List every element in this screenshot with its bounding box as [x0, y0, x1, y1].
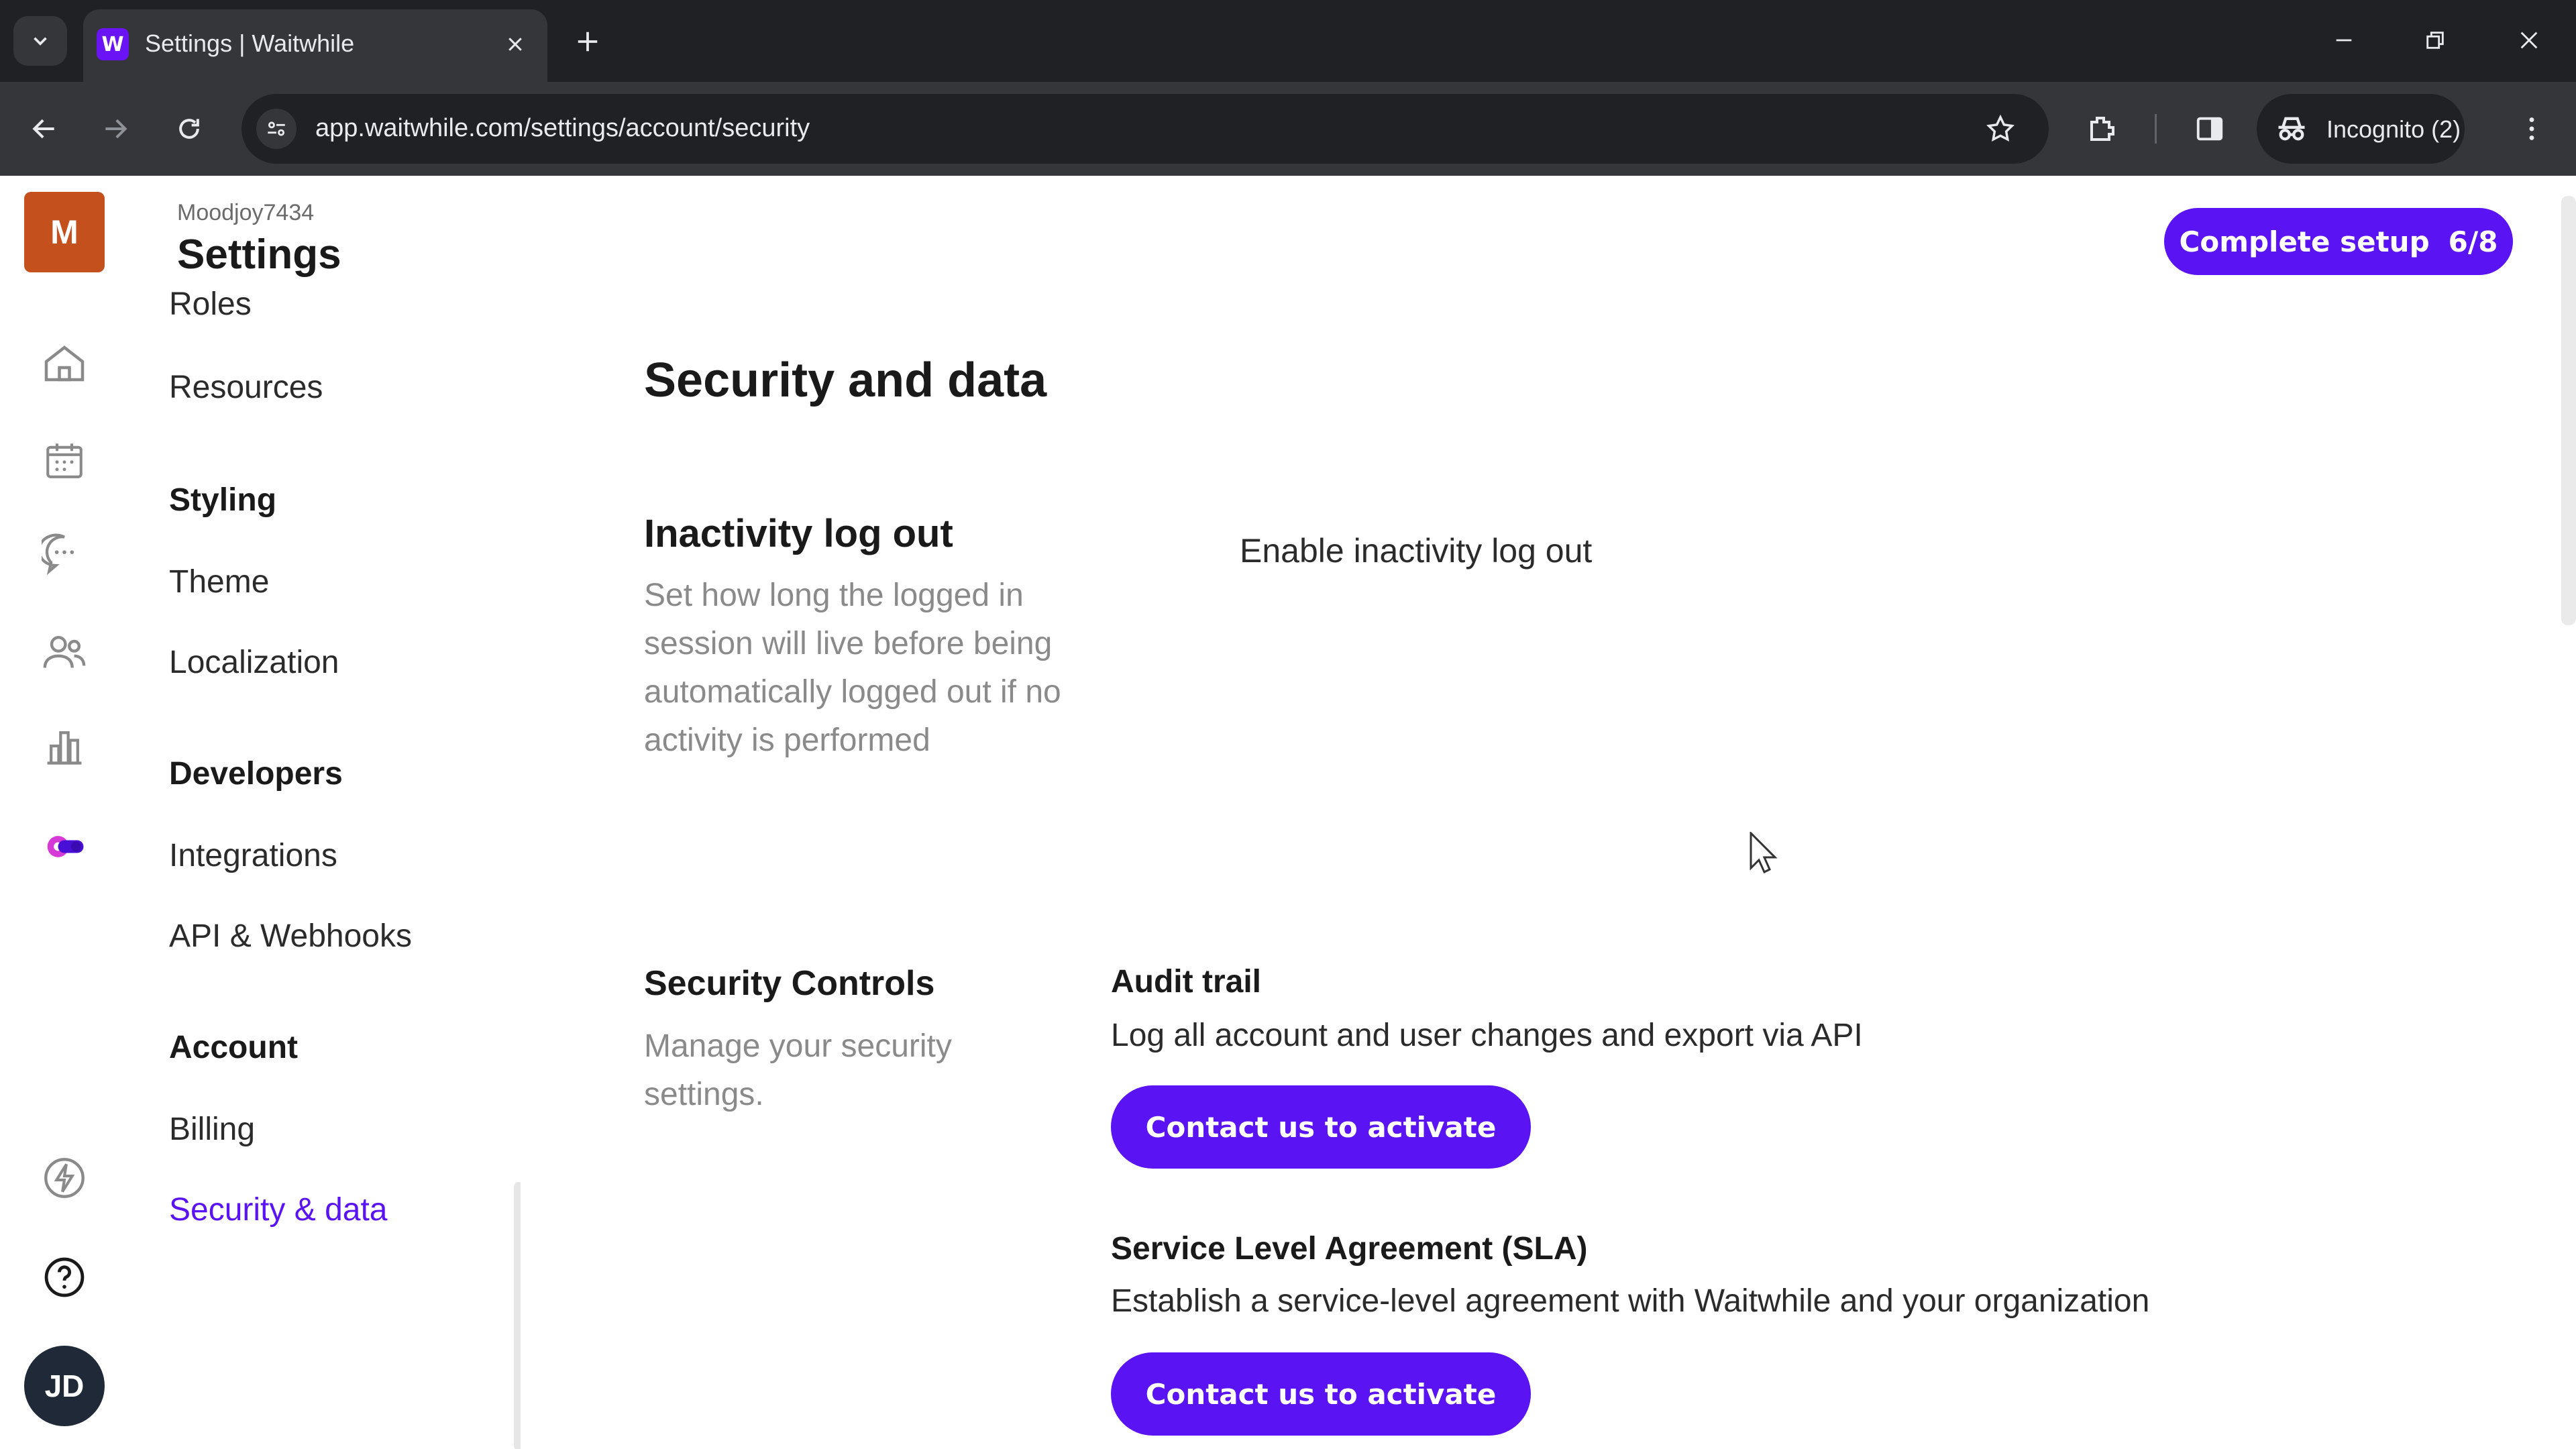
security-controls-heading: Security Controls [644, 964, 935, 1003]
chat-icon[interactable] [38, 527, 91, 581]
tab-search-button[interactable] [13, 16, 67, 66]
bookmark-star-icon[interactable] [1980, 109, 2021, 149]
minimize-icon [2336, 39, 2352, 42]
waitwhile-app: M JD Moodjoy7434 Settings Complete setup [0, 176, 2576, 1449]
nav-item-theme[interactable]: Theme [169, 564, 269, 600]
page-header-title: Settings [177, 231, 341, 278]
forward-button[interactable] [93, 106, 138, 152]
arrow-right-icon [105, 119, 127, 139]
browser-toolbar: app.waitwhile.com/settings/account/secur… [0, 82, 2576, 176]
incognito-icon [2278, 117, 2305, 141]
settings-nav: Roles Resources Styling Theme Localizati… [131, 290, 521, 1449]
page-scrollbar[interactable] [2561, 196, 2576, 625]
nav-section-developers: Developers [169, 756, 343, 792]
inactivity-description: Set how long the logged in session will … [644, 578, 1061, 758]
chevron-down-icon [34, 37, 47, 46]
security-controls-description: Manage your security settings. [644, 1028, 952, 1112]
nav-item-billing[interactable]: Billing [169, 1111, 255, 1148]
plus-icon [578, 32, 598, 52]
nav-section-account: Account [169, 1030, 298, 1065]
incognito-indicator[interactable]: Incognito (2) [2257, 94, 2465, 164]
close-icon [2520, 32, 2538, 49]
nav-item-api-webhooks[interactable]: API & Webhooks [169, 918, 412, 955]
arrow-left-icon [32, 119, 54, 139]
nav-item-resources[interactable]: Resources [169, 369, 323, 406]
address-bar[interactable]: app.waitwhile.com/settings/account/secur… [241, 94, 2049, 164]
close-window-button[interactable] [2496, 13, 2563, 67]
nav-item-integrations[interactable]: Integrations [169, 837, 337, 874]
inactivity-heading: Inactivity log out [644, 512, 953, 555]
audit-trail-description: Log all account and user changes and exp… [1111, 1018, 1863, 1053]
inactivity-toggle-label[interactable]: Enable inactivity log out [1240, 531, 1592, 570]
side-panel-icon [2196, 117, 2223, 141]
settings-toggle-icon[interactable] [38, 820, 91, 873]
nav-item-roles[interactable]: Roles [169, 290, 252, 323]
reload-button[interactable] [166, 106, 212, 152]
icon-rail: M JD [0, 176, 131, 1449]
user-avatar[interactable]: JD [24, 1346, 105, 1426]
audit-trail-title: Audit trail [1111, 964, 1261, 1000]
page-title: Security and data [644, 354, 1047, 407]
url-text[interactable]: app.waitwhile.com/settings/account/secur… [315, 114, 810, 143]
site-info-icon[interactable] [256, 109, 297, 149]
calendar-icon[interactable] [38, 433, 91, 487]
browser-menu-button[interactable] [2509, 106, 2555, 152]
side-panel-button[interactable] [2187, 106, 2233, 152]
tab-close-icon[interactable] [499, 28, 531, 60]
org-name: Moodjoy7434 [177, 200, 315, 225]
nav-scrollbar[interactable] [514, 1182, 521, 1449]
home-icon[interactable] [38, 337, 91, 390]
help-icon[interactable] [38, 1250, 91, 1304]
org-avatar[interactable]: M [24, 192, 105, 272]
audit-trail-contact-button[interactable]: Contact us to activate [1111, 1085, 1531, 1169]
extensions-button[interactable] [2080, 106, 2125, 152]
nav-item-security-data[interactable]: Security & data [169, 1191, 388, 1228]
back-button[interactable] [21, 106, 67, 152]
lightning-icon[interactable] [38, 1151, 91, 1205]
sla-contact-button[interactable]: Contact us to activate [1111, 1352, 1531, 1436]
nav-item-localization[interactable]: Localization [169, 644, 339, 681]
tab-title: Settings | Waitwhile [145, 30, 355, 57]
restore-window-button[interactable] [2402, 13, 2469, 67]
toolbar-divider [2155, 114, 2157, 144]
new-tab-button[interactable] [568, 21, 608, 62]
mouse-cursor-icon [1750, 832, 1778, 874]
nav-section-styling: Styling [169, 482, 277, 518]
waitwhile-favicon-icon: W [97, 28, 129, 60]
browser-tab-strip: W Settings | Waitwhile [0, 0, 2576, 82]
sla-description: Establish a service-level agreement with… [1111, 1283, 2150, 1319]
analytics-icon[interactable] [38, 719, 91, 773]
reload-icon [179, 119, 199, 139]
browser-tab-active[interactable]: W Settings | Waitwhile [83, 9, 547, 82]
users-icon[interactable] [38, 625, 91, 679]
incognito-label: Incognito (2) [2326, 115, 2461, 143]
sla-title: Service Level Agreement (SLA) [1111, 1231, 1588, 1267]
main-content: Security and data Inactivity log out Set… [644, 176, 2549, 1449]
kebab-menu-icon [2529, 117, 2534, 140]
restore-icon [2426, 32, 2444, 49]
minimize-window-button[interactable] [2310, 13, 2377, 67]
puzzle-icon [2090, 117, 2114, 141]
